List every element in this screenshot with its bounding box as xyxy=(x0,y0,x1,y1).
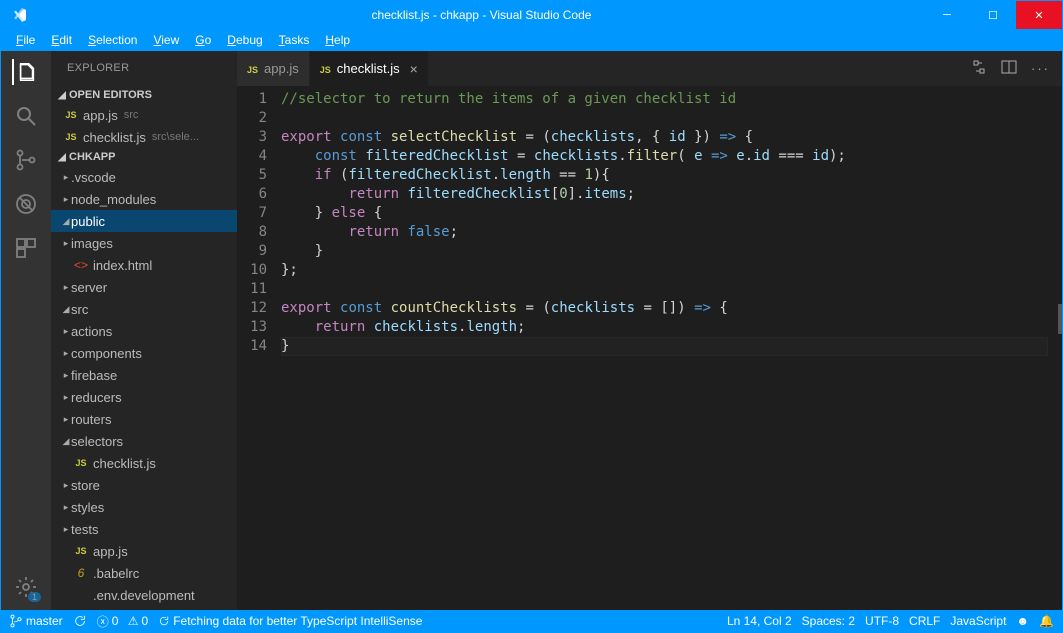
folder-item[interactable]: ▸components xyxy=(51,342,237,364)
chevron-icon: ▸ xyxy=(61,392,71,403)
maximize-button[interactable]: ☐ xyxy=(970,1,1016,29)
problems[interactable]: ⓧ0 ⚠0 xyxy=(97,613,149,630)
more-icon[interactable]: ··· xyxy=(1031,61,1050,76)
scrollbar[interactable] xyxy=(1048,86,1062,610)
chevron-icon: ▸ xyxy=(61,282,71,293)
folder-item[interactable]: ◢src xyxy=(51,298,237,320)
window-title: checklist.js - chkapp - Visual Studio Co… xyxy=(39,8,924,22)
folder-item[interactable]: ▸reducers xyxy=(51,386,237,408)
menu-debug[interactable]: Debug xyxy=(220,31,269,49)
js-file-icon: JS xyxy=(247,61,258,76)
js-file-icon: JS xyxy=(320,61,331,76)
folder-item[interactable]: ▸styles xyxy=(51,496,237,518)
chevron-icon: ▸ xyxy=(61,194,71,205)
extensions-icon[interactable] xyxy=(13,235,39,261)
menu-view[interactable]: View xyxy=(146,31,186,49)
folder-item[interactable]: ◢public xyxy=(51,210,237,232)
folder-item[interactable]: ▸tests xyxy=(51,518,237,540)
file-item[interactable]: JSchecklist.js xyxy=(51,452,237,474)
file-icon: <> xyxy=(73,258,89,272)
vscode-icon xyxy=(1,7,39,23)
folder-item[interactable]: ▸actions xyxy=(51,320,237,342)
menu-tasks[interactable]: Tasks xyxy=(272,31,317,49)
close-tab-icon[interactable]: × xyxy=(410,61,418,77)
debug-icon[interactable] xyxy=(13,191,39,217)
sync-icon[interactable] xyxy=(73,614,87,628)
folder-item[interactable]: ▸node_modules xyxy=(51,188,237,210)
notifications-icon[interactable]: 🔔 xyxy=(1039,614,1054,628)
open-editors-header[interactable]: ◢OPEN EDITORS xyxy=(51,86,237,104)
chevron-icon: ▸ xyxy=(61,326,71,337)
chevron-icon: ▸ xyxy=(61,524,71,535)
feedback-icon[interactable]: ☻ xyxy=(1016,614,1029,628)
folder-item[interactable]: ▸server xyxy=(51,276,237,298)
settings-gear-icon[interactable]: 1 xyxy=(13,574,39,600)
file-icon: JS xyxy=(73,546,89,556)
js-file-icon: JS xyxy=(63,110,79,120)
file-item[interactable]: 6.babelrc xyxy=(51,562,237,584)
split-editor-icon[interactable] xyxy=(1001,59,1017,78)
chevron-icon: ▸ xyxy=(61,502,71,513)
file-item[interactable]: JSapp.js xyxy=(51,540,237,562)
folder-item[interactable]: ◢selectors xyxy=(51,430,237,452)
chevron-icon: ▸ xyxy=(61,370,71,381)
chevron-icon: ▸ xyxy=(61,480,71,491)
encoding[interactable]: UTF-8 xyxy=(865,614,899,628)
explorer-icon[interactable] xyxy=(12,59,38,85)
open-editor-item[interactable]: JSapp.jssrc xyxy=(51,104,237,126)
file-item[interactable]: <>index.html xyxy=(51,254,237,276)
chevron-icon: ▸ xyxy=(61,238,71,249)
menu-bar: FileEditSelectionViewGoDebugTasksHelp xyxy=(1,29,1062,51)
chevron-icon: ◢ xyxy=(61,216,71,227)
close-button[interactable]: ✕ xyxy=(1016,1,1062,29)
settings-badge: 1 xyxy=(28,592,41,602)
chevron-icon: ▸ xyxy=(61,348,71,359)
minimize-button[interactable]: ─ xyxy=(924,1,970,29)
folder-item[interactable]: ▸store xyxy=(51,474,237,496)
language-mode[interactable]: JavaScript xyxy=(950,614,1006,628)
git-branch[interactable]: master xyxy=(9,614,63,628)
folder-item[interactable]: ▸firebase xyxy=(51,364,237,386)
menu-edit[interactable]: Edit xyxy=(44,31,79,49)
compare-icon[interactable] xyxy=(971,59,987,78)
sidebar-title: EXPLORER xyxy=(51,51,237,86)
chevron-icon: ◢ xyxy=(61,304,71,315)
code-editor[interactable]: 1234567891011121314 //selector to return… xyxy=(237,86,1062,610)
menu-selection[interactable]: Selection xyxy=(81,31,144,49)
tab-app-js[interactable]: JSapp.js xyxy=(237,51,310,86)
menu-file[interactable]: File xyxy=(9,31,42,49)
menu-help[interactable]: Help xyxy=(318,31,357,49)
search-icon[interactable] xyxy=(13,103,39,129)
editor-area: JSapp.jsJSchecklist.js× ··· 123456789101… xyxy=(237,51,1062,610)
folder-item[interactable]: ▸images xyxy=(51,232,237,254)
eol[interactable]: CRLF xyxy=(909,614,940,628)
folder-item[interactable]: ▸.vscode xyxy=(51,166,237,188)
title-bar: checklist.js - chkapp - Visual Studio Co… xyxy=(1,1,1062,29)
cursor-position[interactable]: Ln 14, Col 2 xyxy=(727,614,792,628)
menu-go[interactable]: Go xyxy=(188,31,218,49)
source-control-icon[interactable] xyxy=(13,147,39,173)
indent[interactable]: Spaces: 2 xyxy=(802,614,855,628)
status-message: Fetching data for better TypeScript Inte… xyxy=(158,614,422,628)
status-bar: master ⓧ0 ⚠0 Fetching data for better Ty… xyxy=(1,610,1062,632)
workspace-header[interactable]: ◢CHKAPP xyxy=(51,148,237,166)
chevron-icon: ▸ xyxy=(61,414,71,425)
file-item[interactable]: .env.development xyxy=(51,584,237,606)
chevron-icon: ◢ xyxy=(61,436,71,447)
sidebar: EXPLORER ◢OPEN EDITORS JSapp.jssrcJSchec… xyxy=(51,51,237,610)
tab-checklist-js[interactable]: JSchecklist.js× xyxy=(310,51,429,86)
chevron-icon: ▸ xyxy=(61,172,71,183)
file-icon: JS xyxy=(73,458,89,468)
folder-item[interactable]: ▸routers xyxy=(51,408,237,430)
activity-bar: 1 xyxy=(1,51,51,610)
file-icon: 6 xyxy=(73,566,89,580)
tab-bar: JSapp.jsJSchecklist.js× ··· xyxy=(237,51,1062,86)
open-editor-item[interactable]: JSchecklist.jssrc\sele... xyxy=(51,126,237,148)
js-file-icon: JS xyxy=(63,132,79,142)
